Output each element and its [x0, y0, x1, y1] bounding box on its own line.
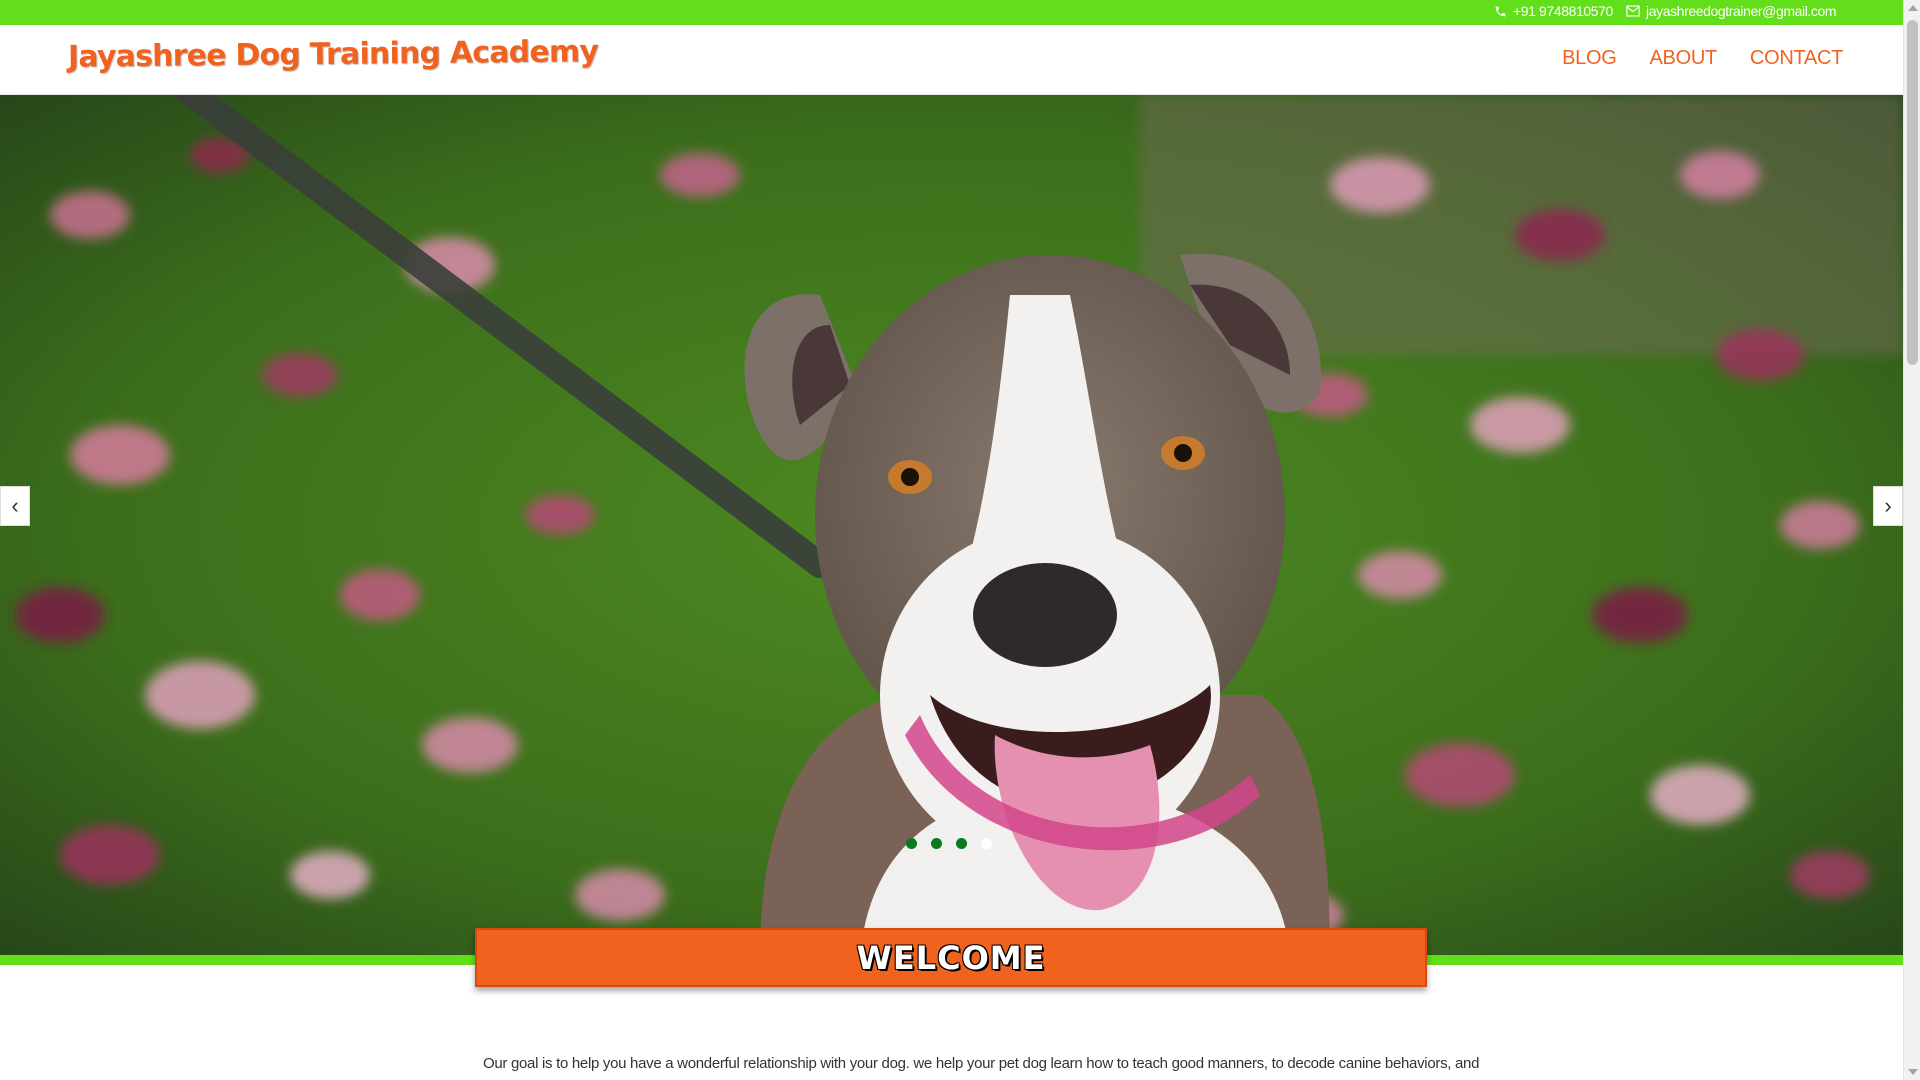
email-address: jayashreedogtrainer@gmail.com: [1646, 3, 1837, 19]
nav-blog[interactable]: BLOG: [1562, 47, 1617, 70]
envelope-icon: [1626, 5, 1640, 17]
intro-paragraph: Our goal is to help you have a wonderful…: [483, 1055, 1480, 1072]
main-nav: BLOG ABOUT CONTACT: [1562, 47, 1843, 70]
slider-next-button[interactable]: ›: [1873, 486, 1903, 526]
scroll-up-icon[interactable]: [1908, 5, 1918, 11]
phone-icon: [1495, 6, 1506, 16]
scrollbar-thumb[interactable]: [1907, 20, 1918, 365]
slider-dot-1[interactable]: [906, 838, 917, 849]
site-logo[interactable]: Jayashree Dog Training Academy: [68, 34, 598, 75]
welcome-banner: WELCOME: [475, 928, 1427, 987]
slider-pagination: [906, 838, 992, 849]
nav-contact[interactable]: CONTACT: [1750, 47, 1843, 70]
dog-photo: [0, 95, 1903, 955]
phone-contact[interactable]: +91 9748810570: [1494, 3, 1613, 19]
phone-number: +91 9748810570: [1513, 3, 1613, 19]
top-contact-bar: +91 9748810570 jayashreedogtrainer@gmail…: [0, 0, 1903, 25]
hero-slider: ‹ ›: [0, 95, 1903, 955]
email-contact[interactable]: jayashreedogtrainer@gmail.com: [1626, 3, 1837, 19]
slider-dot-4[interactable]: [981, 838, 992, 849]
slider-prev-button[interactable]: ‹: [0, 486, 30, 526]
scroll-down-icon[interactable]: [1908, 1069, 1918, 1075]
slider-dot-2[interactable]: [931, 838, 942, 849]
slider-dot-3[interactable]: [956, 838, 967, 849]
nav-about[interactable]: ABOUT: [1650, 47, 1718, 70]
page-scrollbar[interactable]: [1903, 0, 1920, 1080]
site-header: Jayashree Dog Training Academy BLOG ABOU…: [0, 25, 1903, 95]
welcome-title: WELCOME: [856, 938, 1046, 977]
